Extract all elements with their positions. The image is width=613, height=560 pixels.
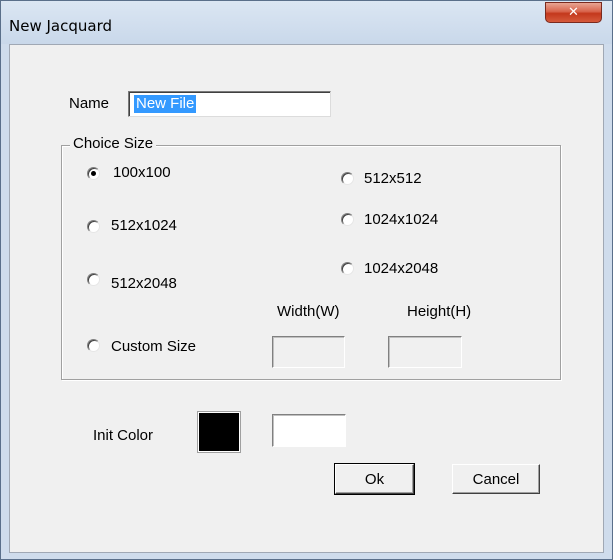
radio-label: 1024x1024 [364, 211, 439, 228]
cancel-button-label: Cancel [472, 470, 520, 488]
radio-button [341, 213, 354, 226]
radio-button [341, 262, 354, 275]
radio-button-checked [87, 167, 100, 180]
name-input[interactable]: New File [128, 91, 331, 117]
radio-label: Custom Size [111, 338, 197, 355]
title-bar[interactable]: New Jacquard ✕ [1, 1, 612, 44]
width-input[interactable] [272, 336, 345, 368]
radio-button [87, 220, 100, 233]
dialog-window: New Jacquard ✕ Name New File Choice Size… [0, 0, 613, 560]
width-label: Width(W) [277, 303, 340, 320]
radio-button [87, 273, 100, 286]
ok-button[interactable]: Ok [334, 463, 415, 495]
name-input-value: New File [134, 95, 197, 113]
init-color-input[interactable] [272, 414, 346, 447]
init-color-swatch[interactable] [197, 411, 241, 453]
close-button[interactable]: ✕ [545, 2, 602, 23]
name-label: Name [69, 95, 110, 112]
init-color-label: Init Color [93, 427, 154, 444]
ok-button-label: Ok [364, 470, 385, 488]
radio-button [87, 339, 100, 352]
window-title: New Jacquard [9, 17, 112, 35]
radio-label: 100x100 [113, 164, 171, 181]
height-label: Height(H) [407, 303, 472, 320]
choice-size-legend: Choice Size [70, 135, 157, 152]
radio-label: 512x2048 [111, 275, 177, 292]
cancel-button[interactable]: Cancel [452, 464, 540, 494]
radio-button [341, 172, 354, 185]
radio-label: 1024x2048 [364, 260, 439, 277]
height-input[interactable] [388, 336, 462, 368]
radio-label: 512x512 [364, 170, 422, 187]
close-icon: ✕ [568, 5, 579, 20]
radio-label: 512x1024 [111, 217, 177, 234]
